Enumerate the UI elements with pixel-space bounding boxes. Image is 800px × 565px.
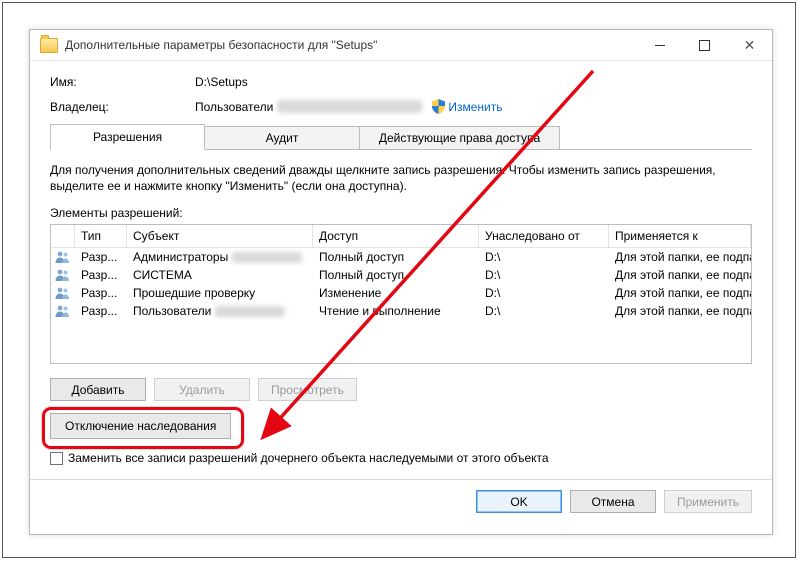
- tab-permissions[interactable]: Разрешения: [50, 124, 205, 150]
- permissions-list[interactable]: Тип Субъект Доступ Унаследовано от Приме…: [50, 224, 752, 364]
- name-value: D:\Setups: [195, 75, 752, 89]
- group-icon: [55, 286, 71, 300]
- col-subject[interactable]: Субъект: [127, 225, 313, 247]
- cell-applies: Для этой папки, ее подпапок ...: [609, 284, 751, 302]
- col-type[interactable]: Тип: [75, 225, 127, 247]
- cell-type: Разр...: [75, 248, 127, 266]
- cell-type: Разр...: [75, 266, 127, 284]
- owner-label: Владелец:: [50, 100, 195, 114]
- cell-applies: Для этой папки, ее подпапок ...: [609, 248, 751, 266]
- table-row[interactable]: Разр...Прошедшие проверкуИзменениеD:\Для…: [51, 284, 751, 302]
- titlebar: Дополнительные параметры безопасности дл…: [30, 30, 772, 61]
- view-button: Просмотреть: [258, 378, 357, 401]
- cell-subject: Прошедшие проверку: [127, 284, 313, 302]
- close-button[interactable]: ✕: [727, 30, 772, 60]
- cell-applies: Для этой папки, ее подпапок ...: [609, 266, 751, 284]
- cell-access: Полный доступ: [313, 266, 479, 284]
- list-buttons: Добавить Удалить Просмотреть: [50, 378, 752, 401]
- security-dialog: Дополнительные параметры безопасности дл…: [29, 29, 773, 535]
- disable-inheritance-button[interactable]: Отключение наследования: [50, 413, 231, 439]
- tab-strip: Разрешения Аудит Действующие права досту…: [50, 124, 752, 150]
- col-inherited[interactable]: Унаследовано от: [479, 225, 609, 247]
- cell-access: Полный доступ: [313, 248, 479, 266]
- cell-subject: Пользователи: [127, 302, 313, 320]
- name-label: Имя:: [50, 75, 195, 89]
- delete-button: Удалить: [154, 378, 250, 401]
- tab-effective[interactable]: Действующие права доступа: [360, 126, 560, 150]
- col-access[interactable]: Доступ: [313, 225, 479, 247]
- client-area: Имя: D:\Setups Владелец: Пользователи Из…: [30, 61, 772, 523]
- folder-icon: [40, 38, 58, 53]
- minimize-button[interactable]: [637, 30, 682, 60]
- change-owner-link[interactable]: Изменить: [448, 100, 502, 114]
- group-icon: [55, 304, 71, 318]
- caption-buttons: ✕: [637, 30, 772, 60]
- window-title: Дополнительные параметры безопасности дл…: [65, 38, 637, 52]
- cell-access: Изменение: [313, 284, 479, 302]
- add-button[interactable]: Добавить: [50, 378, 146, 401]
- cell-type: Разр...: [75, 302, 127, 320]
- maximize-button[interactable]: [682, 30, 727, 60]
- cell-inherited: D:\: [479, 302, 609, 320]
- blurred-owner: [277, 100, 422, 113]
- table-row[interactable]: Разр...ПользователиЧтение и выполнениеD:…: [51, 302, 751, 320]
- shield-icon: [432, 99, 445, 114]
- group-icon: [55, 268, 71, 282]
- name-row: Имя: D:\Setups: [50, 75, 752, 89]
- table-row[interactable]: Разр...АдминистраторыПолный доступD:\Для…: [51, 248, 751, 266]
- list-header: Тип Субъект Доступ Унаследовано от Приме…: [51, 225, 751, 248]
- footer-buttons: OK Отмена Применить: [30, 480, 772, 513]
- cell-inherited: D:\: [479, 248, 609, 266]
- info-text: Для получения дополнительных сведений дв…: [50, 162, 752, 194]
- owner-row: Владелец: Пользователи Изменить: [50, 99, 752, 114]
- col-applies[interactable]: Применяется к: [609, 225, 751, 247]
- group-icon: [55, 250, 71, 264]
- screenshot-border: Дополнительные параметры безопасности дл…: [2, 2, 796, 558]
- cell-subject: Администраторы: [127, 248, 313, 266]
- cell-type: Разр...: [75, 284, 127, 302]
- replace-checkbox-row: Заменить все записи разрешений дочернего…: [50, 451, 752, 465]
- cell-access: Чтение и выполнение: [313, 302, 479, 320]
- table-row[interactable]: Разр...СИСТЕМАПолный доступD:\Для этой п…: [51, 266, 751, 284]
- cancel-button[interactable]: Отмена: [570, 490, 656, 513]
- cell-subject: СИСТЕМА: [127, 266, 313, 284]
- ok-button[interactable]: OK: [476, 490, 562, 513]
- replace-checkbox-label: Заменить все записи разрешений дочернего…: [68, 451, 549, 465]
- list-label: Элементы разрешений:: [50, 206, 752, 220]
- owner-value-prefix: Пользователи: [195, 100, 273, 114]
- owner-value: Пользователи Изменить: [195, 99, 752, 114]
- replace-checkbox[interactable]: [50, 452, 63, 465]
- apply-button: Применить: [664, 490, 752, 513]
- cell-inherited: D:\: [479, 266, 609, 284]
- tab-audit[interactable]: Аудит: [205, 126, 360, 150]
- cell-inherited: D:\: [479, 284, 609, 302]
- cell-applies: Для этой папки, ее подпапок ...: [609, 302, 751, 320]
